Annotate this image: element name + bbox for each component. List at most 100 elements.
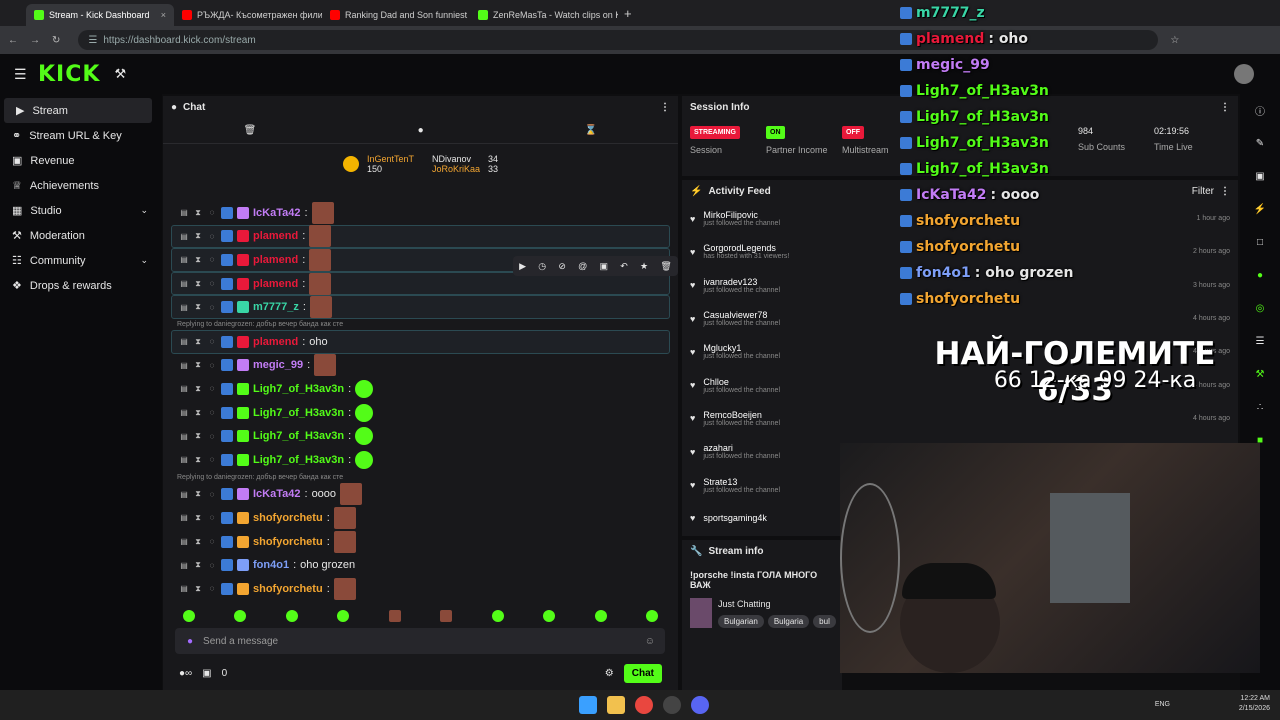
chat-username[interactable]: fon4o1 <box>253 559 289 571</box>
delete-icon[interactable]: ▤ <box>179 513 189 522</box>
timeout-icon[interactable]: ⧗ <box>193 455 203 465</box>
gift-icon[interactable]: ▣ <box>202 668 211 679</box>
hide-icon[interactable]: ⊘ <box>558 261 566 272</box>
emote-button[interactable] <box>543 610 556 622</box>
timeout-icon[interactable]: ⧗ <box>193 337 203 347</box>
browser-tab[interactable]: Stream - Kick Dashboard × <box>26 4 174 26</box>
clock-icon[interactable]: ◷ <box>538 261 546 272</box>
delete-icon[interactable]: ▤ <box>179 208 189 217</box>
forward-icon[interactable]: → <box>30 35 40 46</box>
timeout-icon[interactable]: ⧗ <box>193 384 203 394</box>
broadcast-icon[interactable]: ◎ <box>1240 292 1280 325</box>
emote-button[interactable] <box>337 610 350 622</box>
users-icon[interactable]: ●∞ <box>179 668 192 679</box>
chat-menu-icon[interactable]: ⋮ <box>660 102 670 113</box>
obs-icon[interactable] <box>663 696 681 714</box>
chat-username[interactable]: shofyorchetu <box>253 583 323 595</box>
tag[interactable]: Bulgarian <box>718 614 764 628</box>
sidebar-item-revenue[interactable]: ▣ Revenue <box>0 148 162 173</box>
chat-message[interactable]: ▤ ⧗ ◌ Ligh7_of_H3av3n: <box>163 448 678 472</box>
chat-tool-icon[interactable]: ● <box>1240 259 1280 292</box>
emote-button[interactable] <box>285 610 298 622</box>
ban-icon[interactable]: ◌ <box>207 490 217 499</box>
lang[interactable]: ENG <box>1155 700 1170 710</box>
tag[interactable]: Bulgaria <box>767 614 810 628</box>
delete-icon[interactable]: ▤ <box>179 490 189 499</box>
reply-context[interactable]: Replying to daniegrozen: добър вечер бан… <box>163 319 678 330</box>
delete-icon[interactable]: ▤ <box>179 384 189 393</box>
delete-icon[interactable]: ▤ <box>179 232 189 241</box>
timeout-icon[interactable]: ⧗ <box>193 231 203 241</box>
chat-message[interactable]: ▤ ⧗ ◌ plamend: oho <box>171 329 670 354</box>
chat-username[interactable]: Ligh7_of_H3av3n <box>253 383 344 395</box>
chat-username[interactable]: m7777_z <box>253 301 299 313</box>
timeout-icon[interactable]: ⧗ <box>193 489 203 499</box>
close-tab-icon[interactable]: × <box>161 10 166 20</box>
delete-icon[interactable]: ▤ <box>179 279 189 288</box>
delete-icon[interactable]: ▤ <box>179 455 189 464</box>
delete-icon[interactable]: ▤ <box>179 303 189 312</box>
chat-username[interactable]: plamend <box>253 230 298 242</box>
chat-username[interactable]: shofyorchetu <box>253 512 323 524</box>
sidebar-item-stream[interactable]: ▶ Stream <box>4 98 152 123</box>
chat-username[interactable]: megic_99 <box>253 359 303 371</box>
delete-icon[interactable]: ▤ <box>179 337 189 346</box>
ban-icon[interactable]: ◌ <box>207 584 217 593</box>
activity-username[interactable]: ivanradev123 <box>703 277 780 287</box>
hammer-icon[interactable]: ⚒ <box>114 66 126 82</box>
ban-icon[interactable]: ◌ <box>207 513 217 522</box>
chat-username[interactable]: plamend <box>253 336 298 348</box>
tag[interactable]: bul <box>813 614 836 628</box>
activity-username[interactable]: GorgorodLegends <box>703 243 789 253</box>
chat-message[interactable]: ▤ ⧗ ◌ m7777_z: <box>171 295 670 319</box>
undo-icon[interactable]: ↶ <box>620 261 628 272</box>
ban-icon[interactable]: ◌ <box>207 408 217 417</box>
emote-button[interactable] <box>182 610 195 622</box>
site-info-icon[interactable]: ☰ <box>88 35 97 46</box>
ban-icon[interactable]: ◌ <box>207 455 217 464</box>
browser-tab[interactable]: РЪЖДА- Късометражен фили× <box>174 4 322 26</box>
activity-username[interactable]: Mglucky1 <box>703 343 780 353</box>
emote-button[interactable] <box>440 610 453 622</box>
file-explorer-icon[interactable] <box>607 696 625 714</box>
chat-message[interactable]: ▤ ⧗ ◌ Ligh7_of_H3av3n: <box>163 401 678 425</box>
browser-tab[interactable]: ZenReMasTa - Watch clips on K× <box>470 4 618 26</box>
mention-icon[interactable]: @ <box>578 261 587 271</box>
gifter-2-name[interactable]: NDivanov <box>432 154 480 164</box>
chat-username[interactable]: plamend <box>253 254 298 266</box>
chat-input[interactable]: ● Send a message ☺ <box>175 628 665 654</box>
stream-title[interactable]: !porsche !insta ГОЛА МНОГО ВАЖ <box>682 562 842 598</box>
chat-username[interactable]: Ligh7_of_H3av3n <box>253 430 344 442</box>
top-gifter-name[interactable]: InGentTenT <box>367 154 414 164</box>
delete-icon[interactable]: 🗑 <box>660 261 671 272</box>
ban-icon[interactable]: ◌ <box>207 361 217 370</box>
discord-icon[interactable] <box>691 696 709 714</box>
chat-username[interactable]: shofyorchetu <box>253 536 323 548</box>
chat-message[interactable]: ▤ ⧗ ◌ shofyorchetu: <box>163 506 678 530</box>
chat-message[interactable]: ▤ ⧗ ◌ shofyorchetu: <box>163 577 678 601</box>
delete-icon[interactable]: ▤ <box>179 537 189 546</box>
activity-username[interactable]: Chlloe <box>703 377 780 387</box>
ban-icon[interactable]: ◌ <box>207 208 217 217</box>
sidebar-item-drops-rewards[interactable]: ❖ Drops & rewards <box>0 273 162 298</box>
date[interactable]: 2/15/2026 <box>1239 704 1270 714</box>
chat-username[interactable]: Ligh7_of_H3av3n <box>253 454 344 466</box>
timeout-icon[interactable]: ⧗ <box>193 255 203 265</box>
chat-message[interactable]: ▤ ⧗ ◌ Ligh7_of_H3av3n: <box>163 424 678 448</box>
chat-message[interactable]: ▤ ⧗ ◌ shofyorchetu: <box>163 530 678 554</box>
edit-icon[interactable]: ✎ <box>1240 127 1280 160</box>
ban-icon[interactable]: ◌ <box>207 232 217 241</box>
multistream-off-badge[interactable]: OFF <box>842 126 864 139</box>
ban-icon[interactable]: ◌ <box>207 537 217 546</box>
chat-message[interactable]: ▤ ⧗ ◌ IcKaTa42: oooo <box>163 483 678 507</box>
chat-username[interactable]: IcKaTa42 <box>253 207 301 219</box>
timeout-icon[interactable]: ⧗ <box>193 408 203 418</box>
play-icon[interactable]: ▶ <box>519 261 526 272</box>
chevron-down-icon[interactable]: ⌄ <box>140 255 148 266</box>
ban-icon[interactable]: ◌ <box>207 279 217 288</box>
info-icon[interactable]: ⓘ <box>1240 94 1280 127</box>
sidebar-item-community[interactable]: ☷ Community ⌄ <box>0 248 162 273</box>
trash-icon[interactable]: 🗑 <box>244 125 257 136</box>
emote-button[interactable] <box>234 610 247 622</box>
emoji-icon[interactable]: ☺ <box>645 636 655 647</box>
